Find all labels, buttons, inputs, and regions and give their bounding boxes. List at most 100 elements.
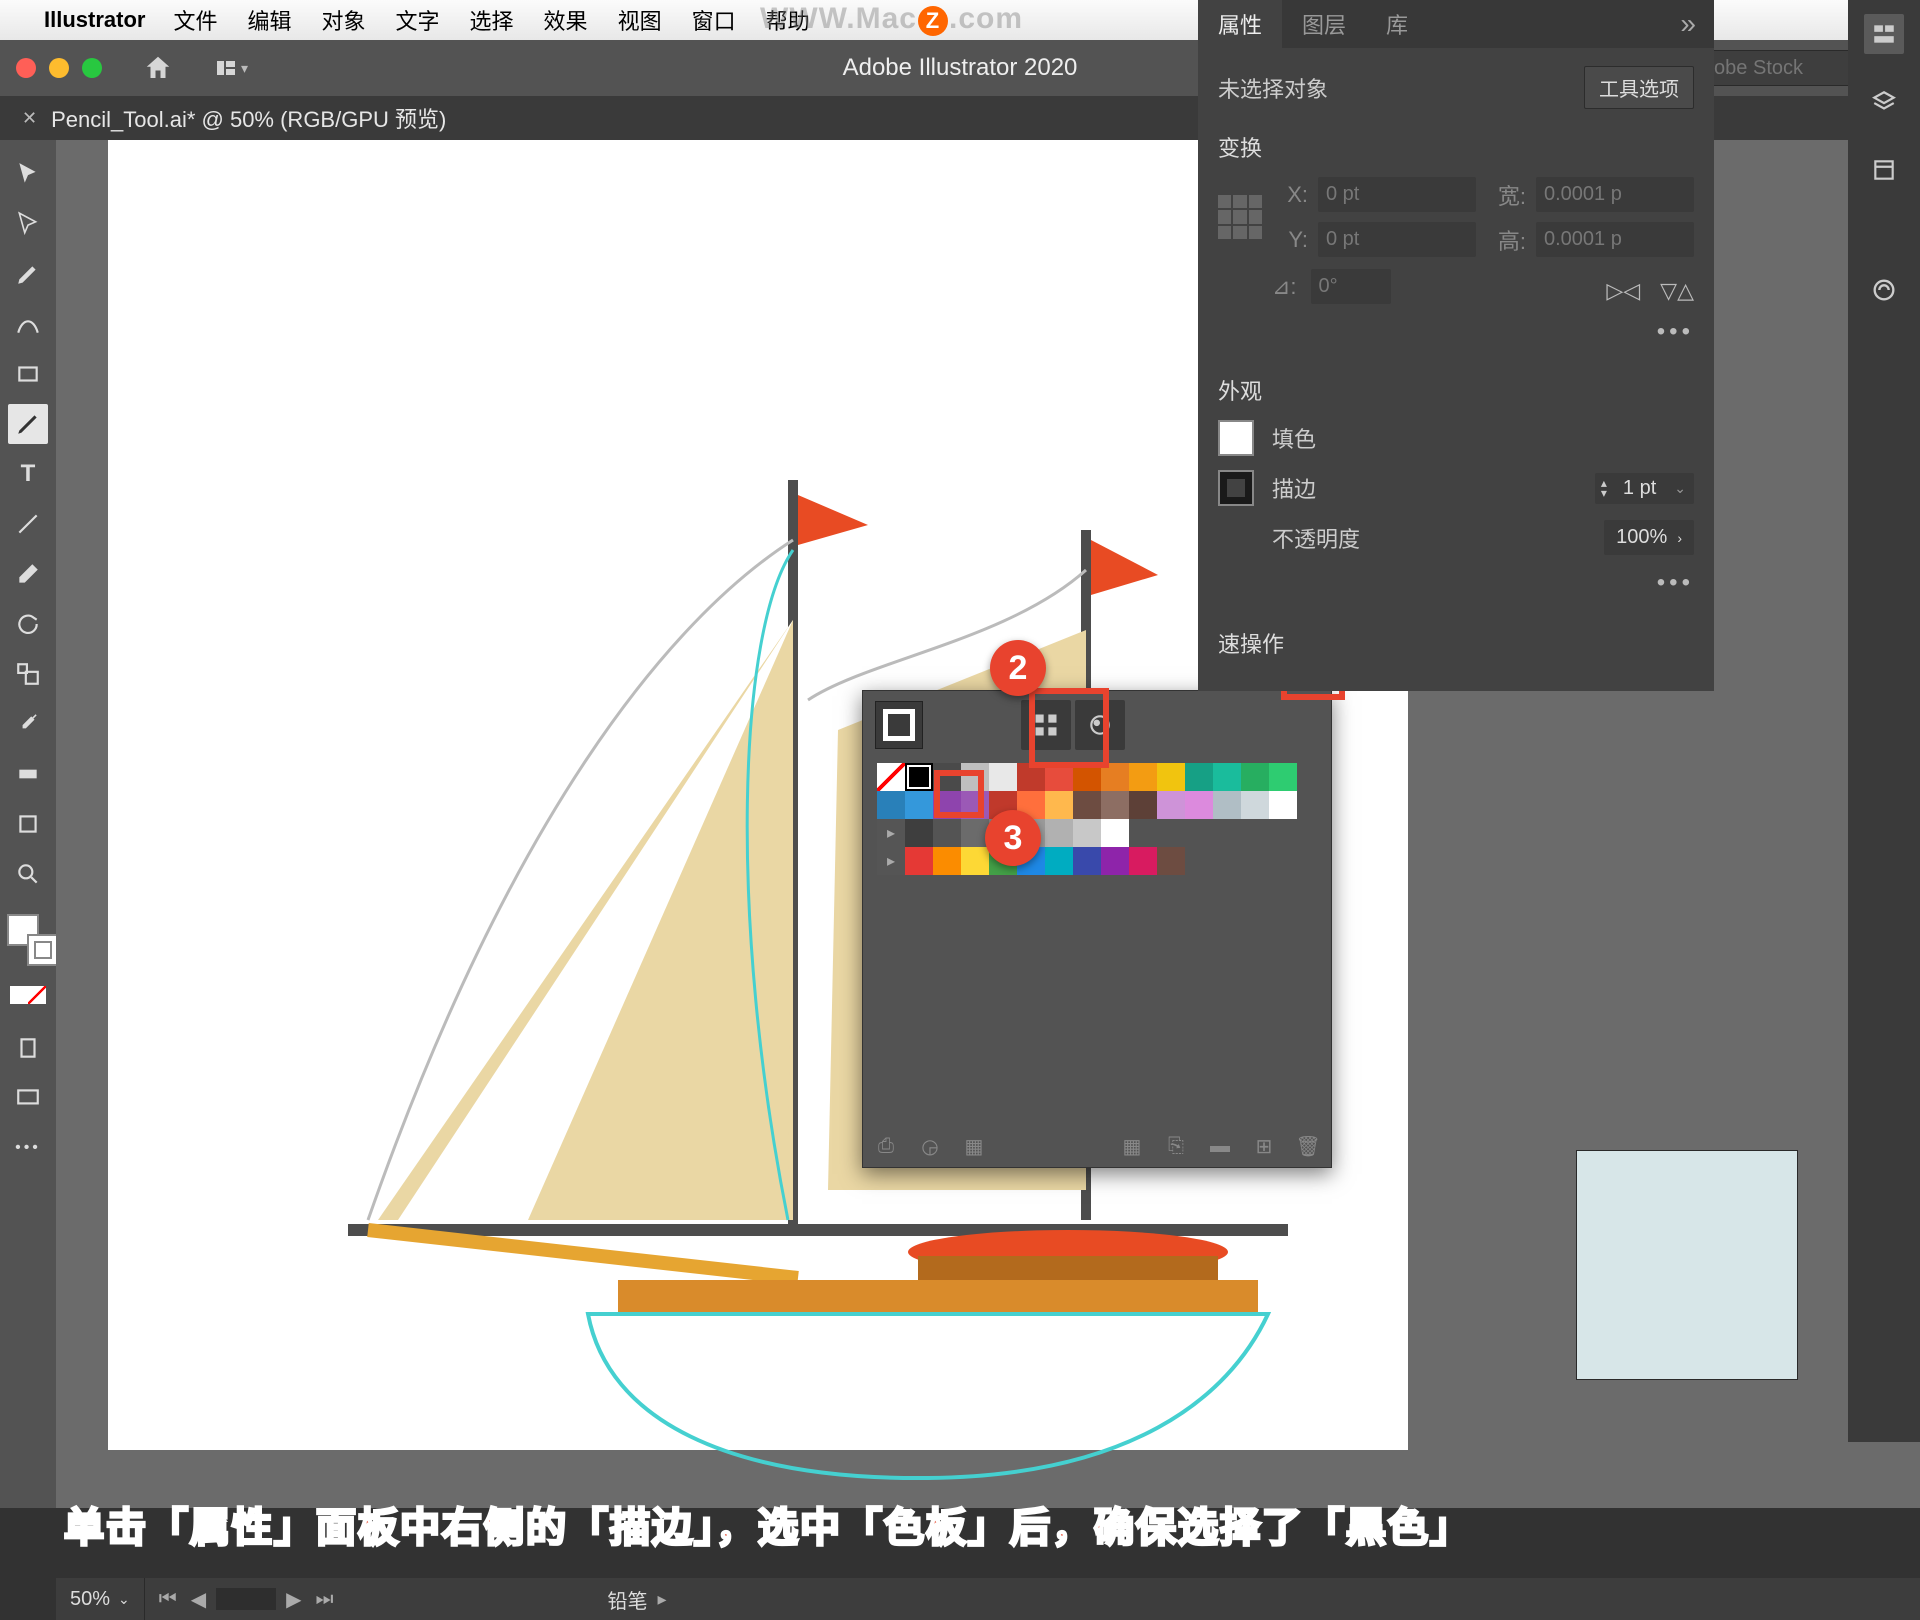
swatch-cell[interactable] [1073, 847, 1101, 875]
menu-edit[interactable]: 编辑 [247, 4, 291, 36]
stroke-swatch[interactable] [1218, 470, 1254, 506]
swatch-cell[interactable] [1073, 791, 1101, 819]
rotate-tool[interactable] [8, 604, 48, 644]
swatch-cell[interactable] [1045, 791, 1073, 819]
maximize-window-icon[interactable] [82, 58, 102, 78]
folder-icon[interactable]: ▬ [1209, 1135, 1231, 1157]
menu-select[interactable]: 选择 [470, 4, 514, 36]
tab-layers[interactable]: 图层 [1282, 0, 1366, 48]
curvature-tool[interactable] [8, 304, 48, 344]
swatch-cell[interactable] [989, 763, 1017, 791]
swatch-cell[interactable] [877, 791, 905, 819]
swatch-cell[interactable] [1157, 763, 1185, 791]
swatch-cell[interactable] [905, 791, 933, 819]
swatch-cell[interactable] [1101, 791, 1129, 819]
w-input[interactable]: 0.0001 p [1536, 177, 1694, 212]
y-input[interactable]: 0 pt [1318, 222, 1476, 257]
gradient-tool[interactable] [8, 754, 48, 794]
swatch-cell[interactable] [961, 847, 989, 875]
swatch-cell[interactable] [1185, 791, 1213, 819]
swatch-cell[interactable] [1073, 819, 1101, 847]
more-options-icon[interactable]: ••• [1218, 569, 1694, 597]
swatch-cell[interactable] [933, 847, 961, 875]
libraries-icon[interactable] [1864, 150, 1904, 190]
swatch-cell[interactable] [933, 819, 961, 847]
swatch-cell[interactable] [1213, 763, 1241, 791]
new-group-icon[interactable]: ▦ [1121, 1135, 1143, 1157]
panel-collapse-icon[interactable]: » [1662, 8, 1714, 40]
artboard-nav[interactable]: ⏮◀▶⏭ [145, 1587, 348, 1612]
menu-object[interactable]: 对象 [322, 4, 366, 36]
zoom-level[interactable]: 50%⌄ [56, 1578, 145, 1620]
navigator-thumbnail[interactable] [1576, 1150, 1798, 1380]
artboard-tool[interactable] [8, 804, 48, 844]
rectangle-tool[interactable] [8, 354, 48, 394]
fill-swatch[interactable] [1218, 420, 1254, 456]
direct-selection-tool[interactable] [8, 204, 48, 244]
swatch-cell[interactable] [1269, 763, 1297, 791]
close-window-icon[interactable] [16, 58, 36, 78]
type-tool[interactable]: T [8, 454, 48, 494]
tool-options-button[interactable]: 工具选项 [1584, 66, 1694, 109]
chevron-down-icon[interactable]: ▾ [241, 60, 248, 77]
edit-toolbar[interactable]: ••• [8, 1128, 48, 1168]
swatch-cell[interactable] [1129, 763, 1157, 791]
document-tab[interactable]: ✕ Pencil_Tool.ai* @ 50% (RGB/GPU 预览) [0, 96, 468, 140]
flip-horizontal-icon[interactable]: ▷◁ [1606, 278, 1640, 304]
menu-file[interactable]: 文件 [173, 4, 217, 36]
color-mode-mini[interactable] [10, 986, 46, 1004]
layers-icon[interactable] [1864, 82, 1904, 122]
pencil-tool[interactable] [8, 404, 48, 444]
swatch-cell[interactable] [1241, 763, 1269, 791]
swatch-cell[interactable] [1213, 791, 1241, 819]
swatch-cell[interactable] [905, 819, 933, 847]
swatch-kind-icon[interactable]: ◶ [919, 1135, 941, 1157]
swatch-cell[interactable] [1045, 847, 1073, 875]
swatch-cell[interactable] [1045, 819, 1073, 847]
screen-mode[interactable] [8, 1078, 48, 1118]
stroke-weight-stepper[interactable]: ▴▾ 1 pt ⌄ [1595, 473, 1694, 504]
more-options-icon[interactable]: ••• [1218, 318, 1694, 346]
swatch-cell[interactable] [1157, 791, 1185, 819]
swatch-folder-icon[interactable]: ▸ [877, 819, 905, 847]
swatch-none[interactable] [877, 763, 905, 791]
stroke-preview[interactable] [875, 701, 923, 749]
link-icon[interactable]: ⎘ [1165, 1135, 1187, 1157]
eyedropper-tool[interactable] [8, 704, 48, 744]
menu-window[interactable]: 窗口 [692, 4, 736, 36]
draw-mode-normal[interactable] [8, 1028, 48, 1068]
properties-icon[interactable] [1864, 14, 1904, 54]
swatch-cell[interactable] [1129, 791, 1157, 819]
minimize-window-icon[interactable] [49, 58, 69, 78]
delete-swatch-icon[interactable]: 🗑 [1297, 1135, 1319, 1157]
swatch-cell[interactable] [1241, 791, 1269, 819]
flip-vertical-icon[interactable]: ▽△ [1660, 278, 1694, 304]
new-swatch-icon[interactable]: ⊞ [1253, 1135, 1275, 1157]
swatch-cell[interactable] [1269, 791, 1297, 819]
chevron-down-icon[interactable]: ⌄ [1666, 480, 1694, 497]
selection-tool[interactable] [8, 154, 48, 194]
opacity-value[interactable]: 100%› [1604, 520, 1694, 555]
pen-tool[interactable] [8, 254, 48, 294]
reference-point[interactable] [1218, 195, 1262, 239]
menu-view[interactable]: 视图 [618, 4, 662, 36]
swatch-cell[interactable] [1101, 819, 1129, 847]
swatch-cell[interactable] [1101, 847, 1129, 875]
close-tab-icon[interactable]: ✕ [22, 108, 37, 129]
swatch-libraries-icon[interactable]: ⎙ [875, 1135, 897, 1157]
home-icon[interactable] [143, 53, 173, 83]
fill-stroke-swatches[interactable] [7, 914, 49, 956]
scale-tool[interactable] [8, 654, 48, 694]
swatch-cell[interactable] [905, 847, 933, 875]
h-input[interactable]: 0.0001 p [1536, 222, 1694, 257]
arrange-icon[interactable] [214, 53, 238, 83]
tab-libraries[interactable]: 库 [1366, 0, 1428, 48]
menu-type[interactable]: 文字 [396, 4, 440, 36]
cloud-sync-icon[interactable] [1864, 270, 1904, 310]
arrow-right-icon[interactable]: ▸ [658, 1589, 667, 1610]
menu-effect[interactable]: 效果 [544, 4, 588, 36]
swatch-cell[interactable] [1129, 847, 1157, 875]
swatch-registration[interactable] [905, 763, 933, 791]
swatch-folder-icon[interactable]: ▸ [877, 847, 905, 875]
x-input[interactable]: 0 pt [1318, 177, 1476, 212]
